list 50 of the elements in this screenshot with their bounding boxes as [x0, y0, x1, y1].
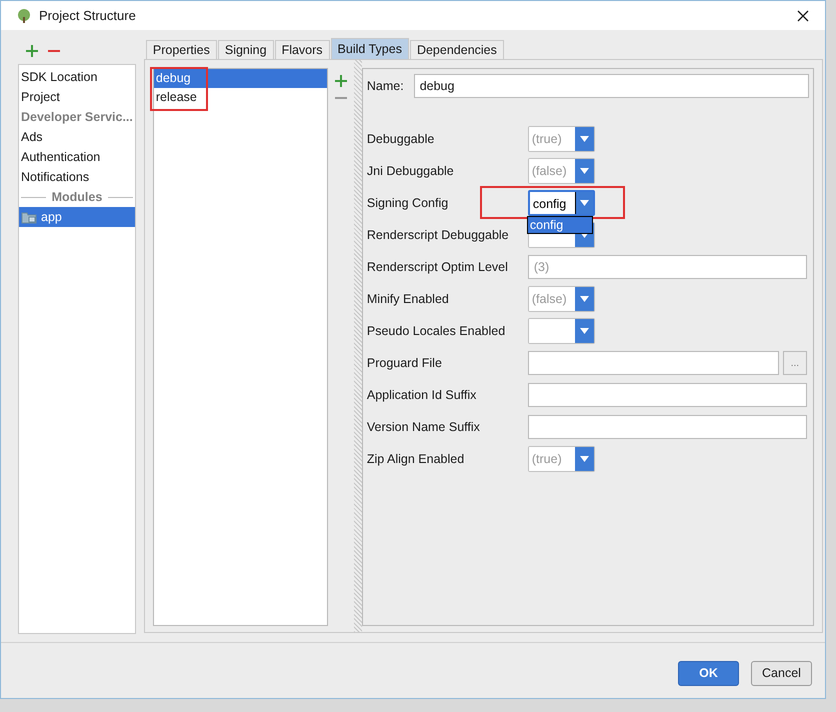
folder-icon: [21, 210, 37, 224]
text-field[interactable]: [528, 383, 807, 408]
sidebar-item[interactable]: Project: [19, 87, 135, 108]
caret-icon: [580, 168, 589, 174]
sidebar-item[interactable]: Notifications: [19, 167, 135, 188]
field-label: Pseudo Locales Enabled: [366, 322, 506, 340]
dropdown-option[interactable]: config: [528, 217, 592, 234]
tab[interactable]: Build Types: [330, 38, 409, 60]
caret-icon: [580, 456, 589, 462]
field-label: Renderscript Optim Level: [366, 258, 509, 276]
sidebar-header: Developer Servic...: [20, 109, 134, 126]
sidebar-item[interactable]: SDK Location: [19, 67, 135, 88]
tab[interactable]: Dependencies: [410, 40, 504, 60]
sidebar-item[interactable]: Authentication: [19, 147, 135, 168]
build-type-item[interactable]: debug: [154, 69, 327, 88]
field-label: Jni Debuggable: [366, 162, 455, 180]
build-type-item[interactable]: release: [154, 88, 327, 108]
text-field[interactable]: (3): [528, 255, 807, 280]
dropdown[interactable]: config: [528, 190, 595, 216]
field-label: Application Id Suffix: [366, 386, 478, 404]
add-icon[interactable]: [26, 44, 38, 57]
tab[interactable]: Properties: [146, 40, 217, 60]
section-label: Modules: [52, 188, 102, 206]
field-label: Renderscript Debuggable: [366, 226, 510, 244]
caret-icon: [580, 296, 589, 302]
field-label: Signing Config: [366, 194, 450, 212]
field-label: Proguard File: [366, 354, 443, 372]
caret-icon: [580, 328, 589, 334]
add-icon[interactable]: [334, 75, 347, 88]
browse-button[interactable]: ...: [782, 351, 807, 376]
field-label: Debuggable: [366, 130, 436, 148]
file-field[interactable]: [528, 351, 779, 376]
window-title: Project Structure: [39, 6, 136, 25]
tab[interactable]: Signing: [218, 40, 274, 60]
remove-icon[interactable]: [334, 97, 347, 100]
close-icon[interactable]: [797, 10, 809, 22]
field-label: Version Name Suffix: [366, 418, 481, 436]
field-label: Zip Align Enabled: [366, 450, 466, 468]
ok-button[interactable]: OK: [678, 660, 739, 686]
tab[interactable]: Flavors: [274, 40, 330, 60]
app-icon: [17, 8, 31, 23]
name-field[interactable]: debug: [414, 74, 809, 98]
caret-icon: [580, 200, 589, 206]
field-label: Minify Enabled: [366, 290, 450, 308]
field-label: Name:: [366, 78, 404, 95]
text-field[interactable]: [528, 415, 807, 440]
module-item[interactable]: app: [19, 207, 135, 228]
cancel-button[interactable]: Cancel: [751, 660, 812, 686]
sidebar-item[interactable]: Ads: [19, 127, 135, 148]
caret-icon: [580, 136, 589, 142]
